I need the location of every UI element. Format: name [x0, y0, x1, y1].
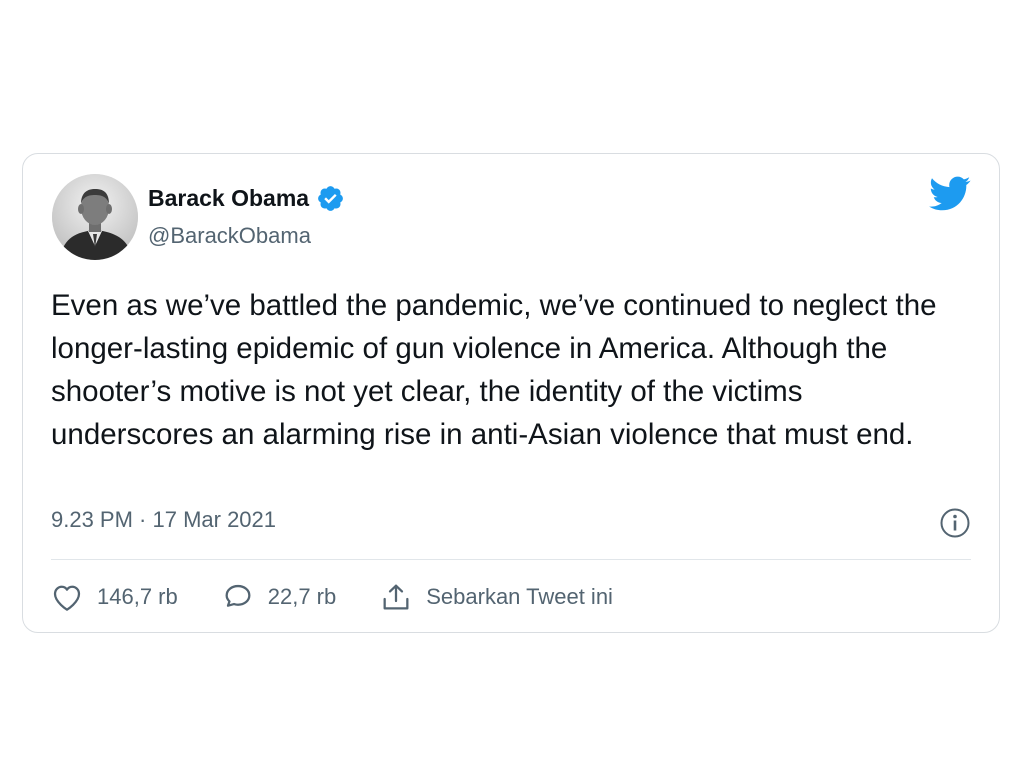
- verified-icon: [316, 184, 345, 213]
- share-icon: [383, 584, 409, 610]
- tweet-text: Even as we’ve battled the pandemic, we’v…: [51, 289, 937, 451]
- divider: [51, 559, 971, 560]
- like-count: 146,7 rb: [97, 584, 178, 609]
- reply-button[interactable]: 22,7 rb: [222, 582, 337, 612]
- avatar[interactable]: [52, 174, 138, 260]
- share-label: Sebarkan Tweet ini: [426, 584, 613, 609]
- twitter-bird-icon[interactable]: [929, 176, 971, 212]
- author-display-name[interactable]: Barack Obama: [148, 187, 309, 210]
- share-button[interactable]: Sebarkan Tweet ini: [380, 582, 613, 612]
- action-bar: 146,7 rb 22,7 rb Sebarkan Tweet ini: [51, 582, 657, 612]
- tweet-timestamp[interactable]: 9.23 PM · 17 Mar 2021: [51, 509, 276, 531]
- heart-icon: [53, 585, 81, 611]
- reply-icon: [225, 584, 251, 607]
- like-button[interactable]: 146,7 rb: [51, 582, 178, 612]
- author-name-row: Barack Obama: [148, 184, 345, 213]
- tweet-card: Barack Obama @BarackObama Even as we’ve …: [22, 153, 1000, 633]
- info-icon[interactable]: [939, 507, 971, 539]
- author-handle[interactable]: @BarackObama: [148, 225, 311, 247]
- reply-count: 22,7 rb: [267, 584, 337, 609]
- avatar-photo: [52, 174, 138, 260]
